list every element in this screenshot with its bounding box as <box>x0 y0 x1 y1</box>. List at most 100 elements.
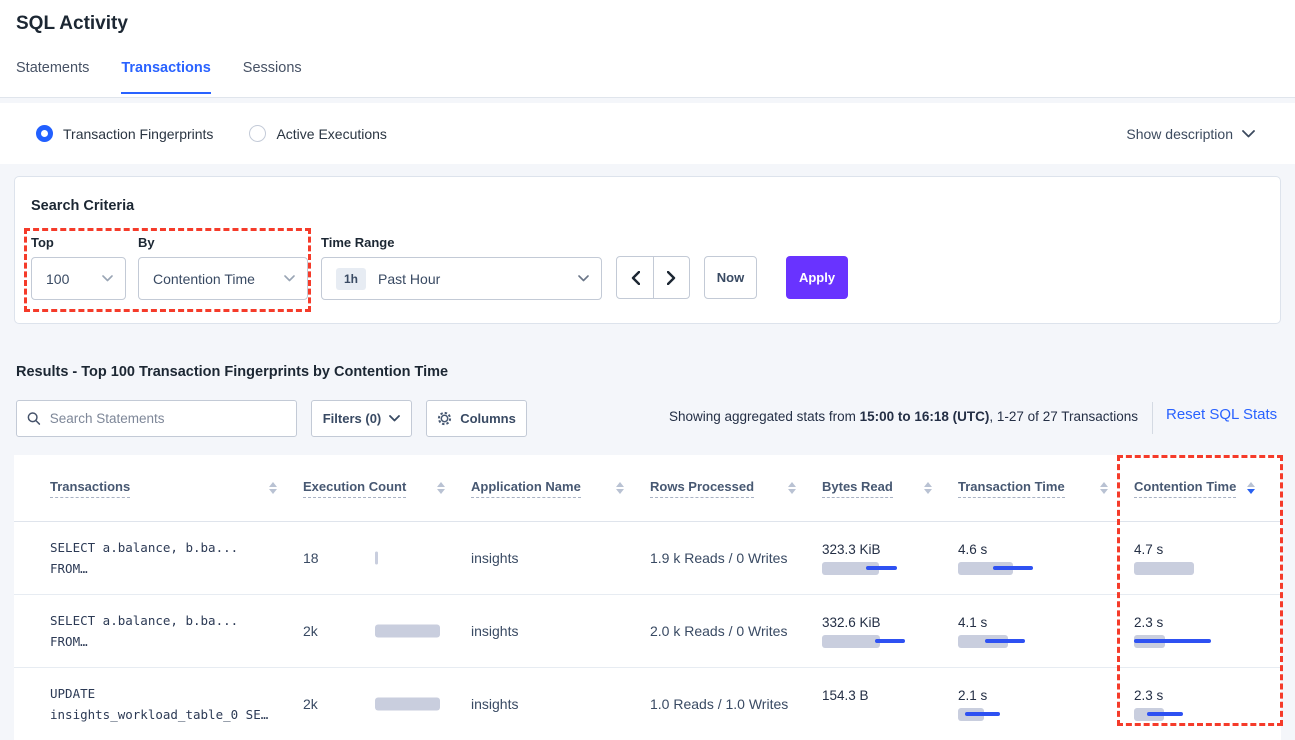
transaction-fingerprint[interactable]: SELECT a.balance, b.ba... FROM… <box>50 537 303 579</box>
bytes-read-bar <box>822 635 880 648</box>
tab-bar: Statements Transactions Sessions <box>16 60 302 94</box>
columns-button[interactable]: Columns <box>426 400 527 437</box>
column-header-application-name[interactable]: Application Name <box>471 479 650 498</box>
transaction-time-line <box>965 712 1000 716</box>
active-executions-radio[interactable] <box>249 125 266 142</box>
transaction-fingerprint[interactable]: SELECT a.balance, b.ba... FROM… <box>50 610 303 652</box>
transactions-table: Transactions Execution Count Application… <box>14 455 1281 740</box>
sort-icon[interactable] <box>1100 482 1108 494</box>
tab-sessions[interactable]: Sessions <box>243 60 302 94</box>
page-body: Transaction Fingerprints Active Executio… <box>0 98 1295 740</box>
column-header-transaction-time[interactable]: Transaction Time <box>958 479 1134 498</box>
table-header-row: Transactions Execution Count Application… <box>14 455 1281 522</box>
chevron-down-icon <box>1242 130 1255 138</box>
column-header-bytes-read[interactable]: Bytes Read <box>822 479 958 498</box>
reset-sql-stats-link[interactable]: Reset SQL Stats <box>1166 406 1277 423</box>
prev-time-button[interactable] <box>617 257 653 298</box>
sort-icon[interactable] <box>437 482 445 494</box>
apply-button[interactable]: Apply <box>786 256 848 299</box>
toolbar-divider <box>1152 402 1153 434</box>
table-row[interactable]: SELECT a.balance, b.ba... FROM… 2k insig… <box>14 595 1281 668</box>
table-row[interactable]: UPDATE insights_workload_table_0 SE… 2k … <box>14 668 1281 740</box>
by-select-value: Contention Time <box>153 271 255 287</box>
execution-count-cell: 2k <box>303 595 471 667</box>
search-criteria-heading: Search Criteria <box>31 198 134 214</box>
chevron-down-icon <box>102 275 113 282</box>
by-label: By <box>138 235 308 250</box>
contention-time-cell: 2.3 s <box>1134 688 1281 721</box>
contention-time-cell: 2.3 s <box>1134 615 1281 648</box>
contention-time-bar <box>1134 562 1194 575</box>
next-time-button[interactable] <box>653 257 689 298</box>
transaction-time-cell: 4.6 s <box>958 542 1134 575</box>
bytes-read-cell: 154.3 B <box>822 688 958 721</box>
search-criteria-card: Search Criteria Top 100 By Contention Ti… <box>14 176 1281 324</box>
bytes-read-line <box>866 566 897 570</box>
sort-icon[interactable] <box>924 482 932 494</box>
view-mode-toggle: Transaction Fingerprints Active Executio… <box>0 103 1295 164</box>
tab-transactions[interactable]: Transactions <box>121 60 210 94</box>
column-header-rows-processed[interactable]: Rows Processed <box>650 479 822 498</box>
sort-icon[interactable] <box>269 482 277 494</box>
top-select[interactable]: 100 <box>31 257 126 300</box>
chevron-left-icon <box>631 271 640 285</box>
chevron-right-icon <box>667 271 676 285</box>
column-header-contention-time[interactable]: Contention Time <box>1134 479 1281 498</box>
sql-activity-page: SQL Activity Statements Transactions Ses… <box>0 0 1295 740</box>
transaction-time-line <box>985 639 1025 643</box>
now-button[interactable]: Now <box>704 256 757 299</box>
application-name-cell: insights <box>471 696 650 712</box>
rows-processed-cell: 1.0 Reads / 1.0 Writes <box>650 696 822 712</box>
transaction-time-line <box>993 566 1033 570</box>
filters-button[interactable]: Filters (0) <box>311 400 412 437</box>
transaction-fingerprints-label[interactable]: Transaction Fingerprints <box>63 126 213 142</box>
execution-count-cell: 2k <box>303 668 471 740</box>
time-range-badge: 1h <box>336 268 366 290</box>
by-select[interactable]: Contention Time <box>138 257 308 300</box>
bytes-read-cell: 332.6 KiB <box>822 615 958 648</box>
filters-label: Filters (0) <box>323 411 382 426</box>
column-header-transactions[interactable]: Transactions <box>50 479 303 498</box>
gear-icon <box>437 411 452 426</box>
execution-count-bar <box>375 552 378 565</box>
execution-count-cell: 18 <box>303 522 471 594</box>
time-range-label: Time Range <box>321 235 602 250</box>
tab-statements[interactable]: Statements <box>16 60 89 94</box>
search-icon <box>27 411 41 426</box>
time-range-select[interactable]: 1h Past Hour <box>321 257 602 300</box>
search-statements-box <box>16 400 297 437</box>
sort-icon[interactable] <box>788 482 796 494</box>
execution-count-bar <box>375 698 440 711</box>
application-name-cell: insights <box>471 623 650 639</box>
top-field: Top 100 <box>31 235 126 300</box>
active-executions-label[interactable]: Active Executions <box>276 126 387 142</box>
table-row[interactable]: SELECT a.balance, b.ba... FROM… 18 insig… <box>14 522 1281 595</box>
rows-processed-cell: 2.0 k Reads / 0 Writes <box>650 623 822 639</box>
top-select-value: 100 <box>46 271 69 287</box>
contention-time-line <box>1147 712 1183 716</box>
contention-time-line <box>1134 639 1211 643</box>
sort-icon[interactable] <box>616 482 624 494</box>
sort-icon-active-desc[interactable] <box>1247 482 1255 494</box>
column-header-execution-count[interactable]: Execution Count <box>303 479 471 498</box>
aggregated-stats-text: Showing aggregated stats from 15:00 to 1… <box>669 409 1138 424</box>
top-label: Top <box>31 235 126 250</box>
contention-time-cell: 4.7 s <box>1134 542 1281 575</box>
show-description-label: Show description <box>1126 126 1233 142</box>
bytes-read-line <box>875 639 905 643</box>
columns-label: Columns <box>460 411 516 426</box>
transaction-time-cell: 2.1 s <box>958 688 1134 721</box>
transaction-fingerprint[interactable]: UPDATE insights_workload_table_0 SE… <box>50 683 303 725</box>
time-nav-group <box>616 256 690 299</box>
chevron-down-icon <box>389 415 400 422</box>
transaction-fingerprints-radio[interactable] <box>36 125 53 142</box>
execution-count-bar <box>375 625 440 638</box>
time-range-value: Past Hour <box>378 271 440 287</box>
page-title: SQL Activity <box>16 13 128 35</box>
application-name-cell: insights <box>471 550 650 566</box>
show-description-toggle[interactable]: Show description <box>1126 126 1255 142</box>
search-statements-input[interactable] <box>50 411 286 426</box>
time-range-field: Time Range 1h Past Hour <box>321 235 602 300</box>
by-field: By Contention Time <box>138 235 308 300</box>
chevron-down-icon <box>578 275 589 282</box>
